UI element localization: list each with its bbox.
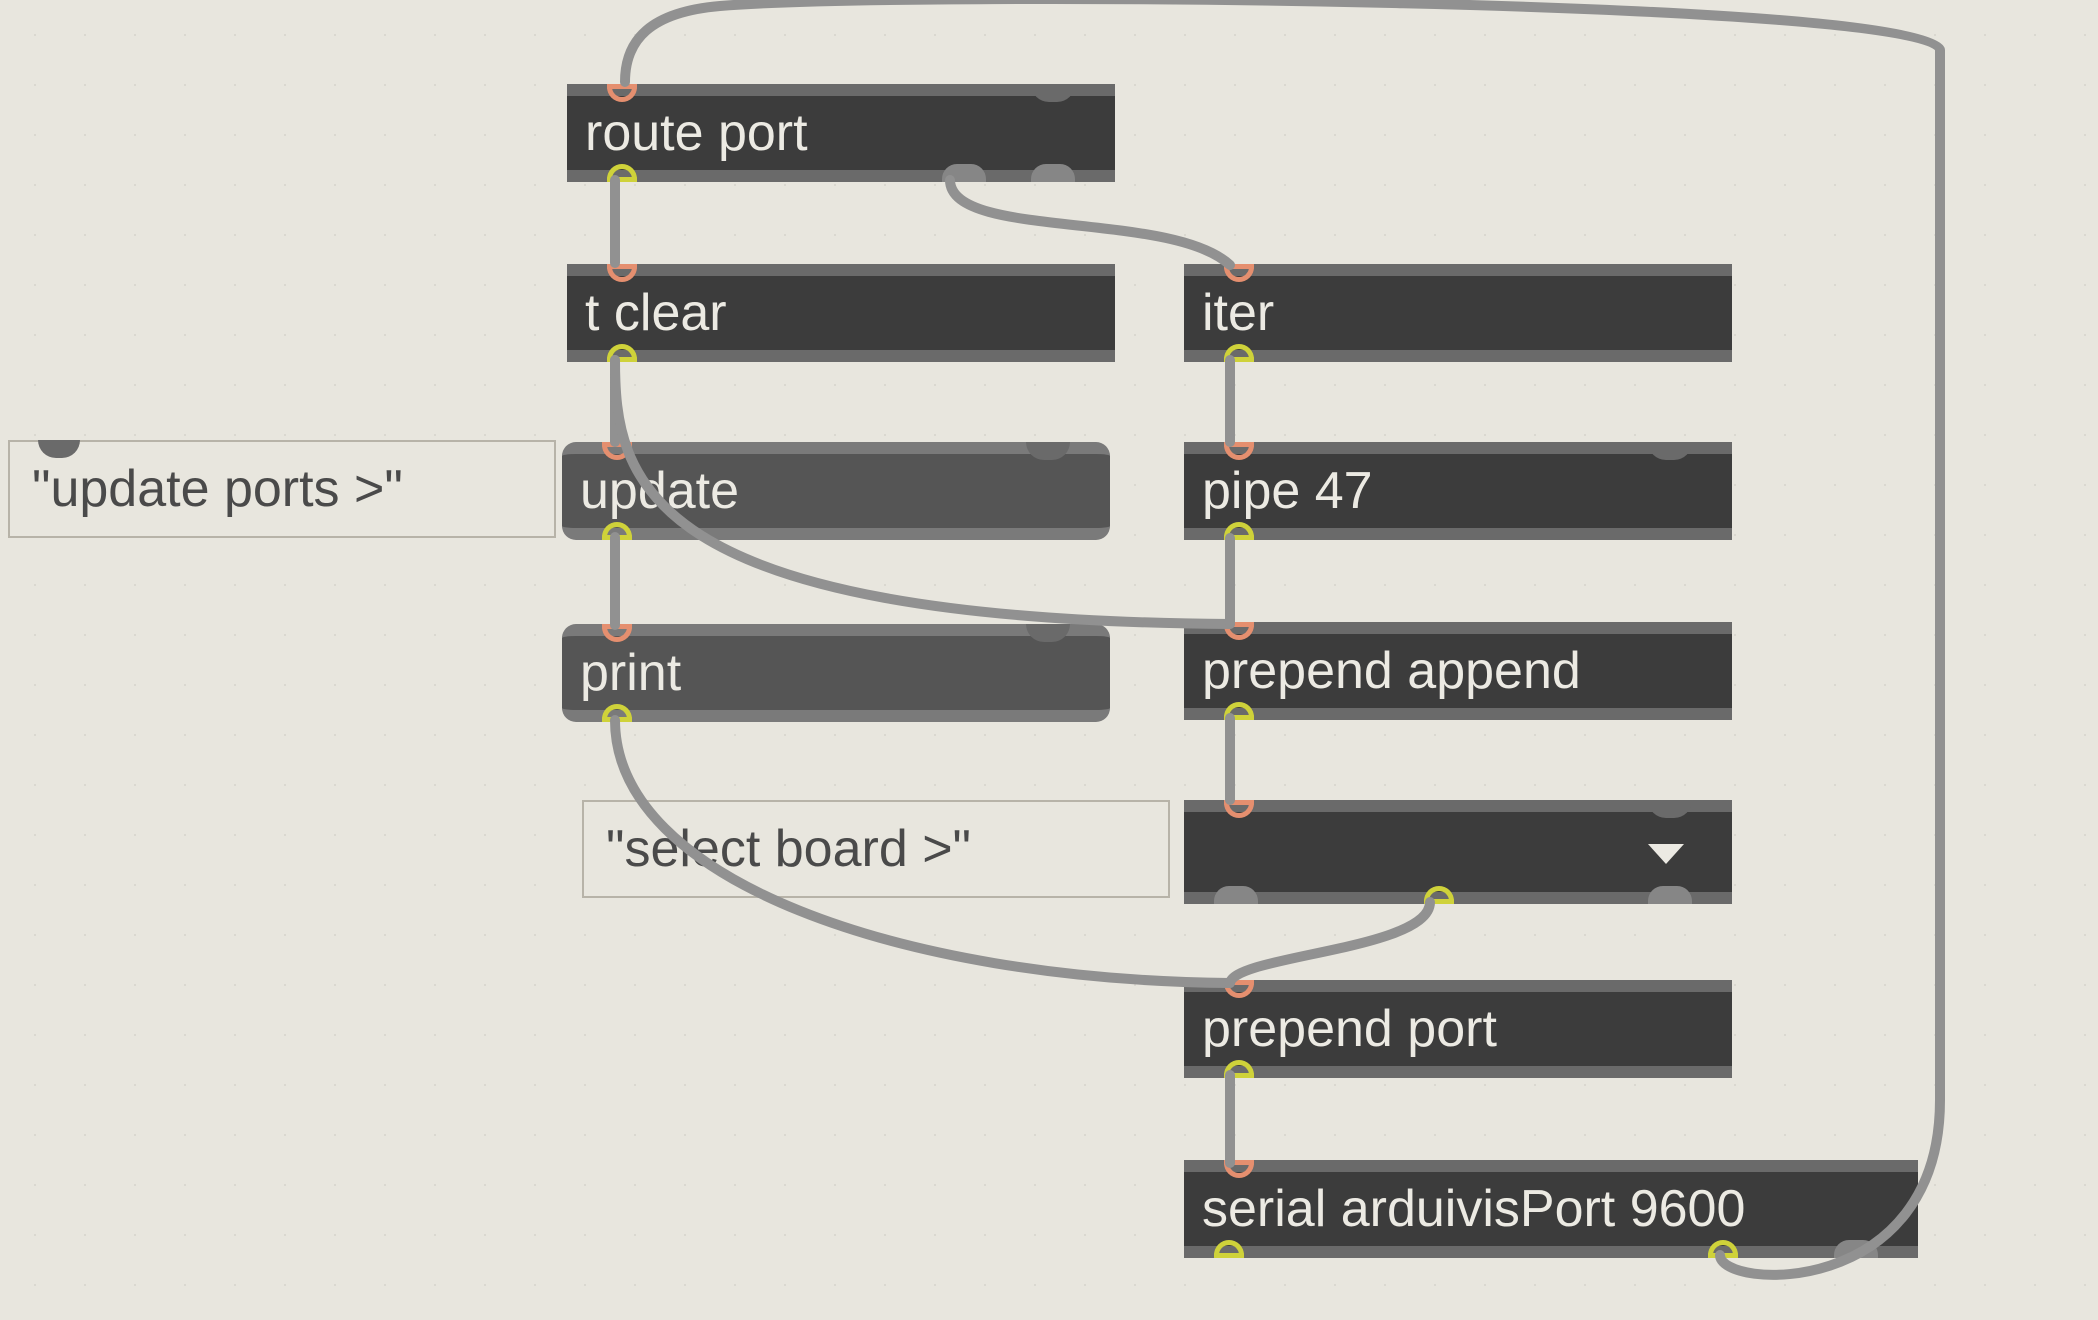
comment-update-ports: "update ports >" (8, 440, 556, 538)
inlet-icon (1026, 624, 1070, 642)
inlet-icon (602, 442, 632, 460)
outlet-icon (1834, 1240, 1878, 1258)
inlet-icon (1224, 800, 1254, 818)
object-text: t clear (585, 283, 727, 343)
inlet-icon (1031, 84, 1075, 102)
object-iter[interactable]: iter (1184, 264, 1732, 362)
message-update[interactable]: update (562, 442, 1110, 540)
message-text: update (580, 461, 739, 521)
outlet-icon (1224, 702, 1254, 720)
message-print[interactable]: print (562, 624, 1110, 722)
outlet-icon (1708, 1240, 1738, 1258)
object-text: route port (585, 103, 808, 163)
inlet-icon (607, 84, 637, 102)
object-prepend-port[interactable]: prepend port (1184, 980, 1732, 1078)
comment-text: "update ports >" (32, 459, 403, 519)
outlet-icon (1224, 1060, 1254, 1078)
outlet-icon (1224, 522, 1254, 540)
outlet-icon (607, 164, 637, 182)
object-text: serial arduivisPort 9600 (1202, 1179, 1745, 1239)
inlet-icon (1224, 264, 1254, 282)
inlet-icon (1648, 442, 1692, 460)
outlet-icon (602, 704, 632, 722)
comment-text: "select board >" (606, 819, 971, 879)
inlet-icon (1026, 442, 1070, 460)
umenu-board-selector[interactable] (1184, 800, 1732, 904)
outlet-icon (607, 344, 637, 362)
inlet-icon (38, 440, 80, 458)
inlet-icon (1224, 980, 1254, 998)
object-serial[interactable]: serial arduivisPort 9600 (1184, 1160, 1918, 1258)
outlet-icon (1424, 886, 1454, 904)
object-text: prepend append (1202, 641, 1581, 701)
chevron-down-icon (1648, 844, 1684, 864)
object-text: pipe 47 (1202, 461, 1373, 521)
object-text: prepend port (1202, 999, 1497, 1059)
inlet-icon (607, 264, 637, 282)
object-pipe[interactable]: pipe 47 (1184, 442, 1732, 540)
inlet-icon (1648, 800, 1692, 818)
message-text: print (580, 643, 681, 703)
inlet-icon (1224, 442, 1254, 460)
inlet-icon (1224, 622, 1254, 640)
comment-select-board: "select board >" (582, 800, 1170, 898)
object-prepend-append[interactable]: prepend append (1184, 622, 1732, 720)
outlet-icon (1224, 344, 1254, 362)
outlet-icon (942, 164, 986, 182)
outlet-icon (1648, 886, 1692, 904)
outlet-icon (1214, 1240, 1244, 1258)
patcher-canvas[interactable]: "update ports >" "select board >" route … (0, 0, 2098, 1320)
outlet-icon (1031, 164, 1075, 182)
object-t-clear[interactable]: t clear (567, 264, 1115, 362)
inlet-icon (1224, 1160, 1254, 1178)
inlet-icon (602, 624, 632, 642)
object-text: iter (1202, 283, 1274, 343)
outlet-icon (1214, 886, 1258, 904)
outlet-icon (602, 522, 632, 540)
object-route-port[interactable]: route port (567, 84, 1115, 182)
